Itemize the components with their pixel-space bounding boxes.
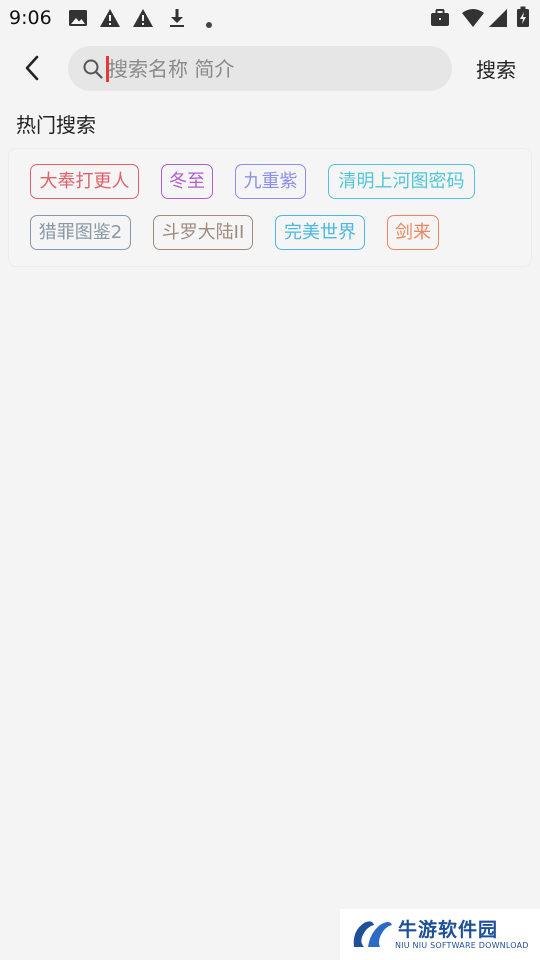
watermark-logo-icon [353, 921, 392, 947]
wifi-icon [461, 8, 485, 32]
watermark-subtitle: NIU NIU SOFTWARE DOWNLOAD [395, 941, 529, 950]
hot-tag[interactable]: 大奉打更人 [30, 164, 139, 199]
hot-search-title: 热门搜索 [16, 113, 96, 137]
battery-icon [516, 6, 530, 32]
text-cursor [106, 56, 109, 82]
back-button[interactable] [14, 50, 50, 86]
hot-tag[interactable]: 斗罗大陆II [153, 215, 253, 250]
hot-tag[interactable]: 清明上河图密码 [328, 164, 475, 199]
watermark: 牛游软件园 NIU NIU SOFTWARE DOWNLOAD [340, 909, 540, 960]
dot-icon [205, 14, 213, 33]
search-button[interactable]: 搜索 [466, 55, 526, 85]
briefcase-icon [430, 8, 450, 32]
hot-tag[interactable]: 冬至 [161, 164, 213, 199]
hot-search-panel: 大奉打更人 冬至 九重紫 清明上河图密码 猎罪图鉴2 斗罗大陆II 完美世界 剑… [8, 148, 532, 267]
status-bar: 9:06 [0, 0, 540, 36]
search-box[interactable] [68, 46, 452, 91]
download-icon [168, 8, 186, 32]
watermark-title: 牛游软件园 [398, 919, 499, 941]
image-icon [68, 9, 88, 31]
warning-icon [132, 8, 154, 32]
signal-icon [488, 8, 508, 32]
hot-tag[interactable]: 猎罪图鉴2 [30, 215, 131, 250]
search-icon [82, 58, 104, 80]
warning-icon [99, 8, 121, 32]
hot-tag[interactable]: 完美世界 [275, 215, 365, 250]
hot-tag[interactable]: 剑来 [387, 215, 439, 250]
hot-tag[interactable]: 九重紫 [235, 164, 306, 199]
chevron-left-icon [25, 55, 39, 81]
search-input[interactable] [108, 46, 438, 91]
status-time: 9:06 [9, 7, 52, 29]
